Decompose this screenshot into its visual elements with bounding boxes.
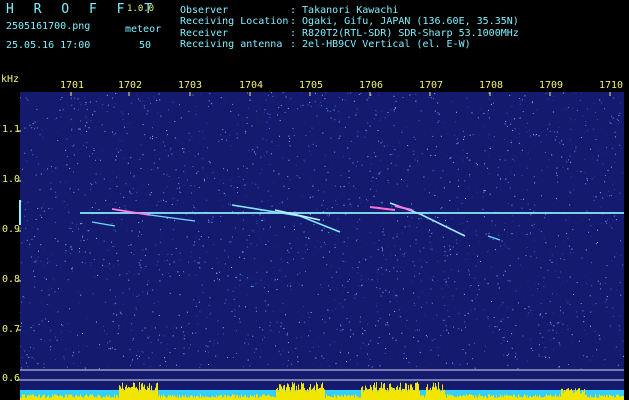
spectrogram-waterfall <box>17 92 624 400</box>
waterfall-background <box>20 92 624 399</box>
